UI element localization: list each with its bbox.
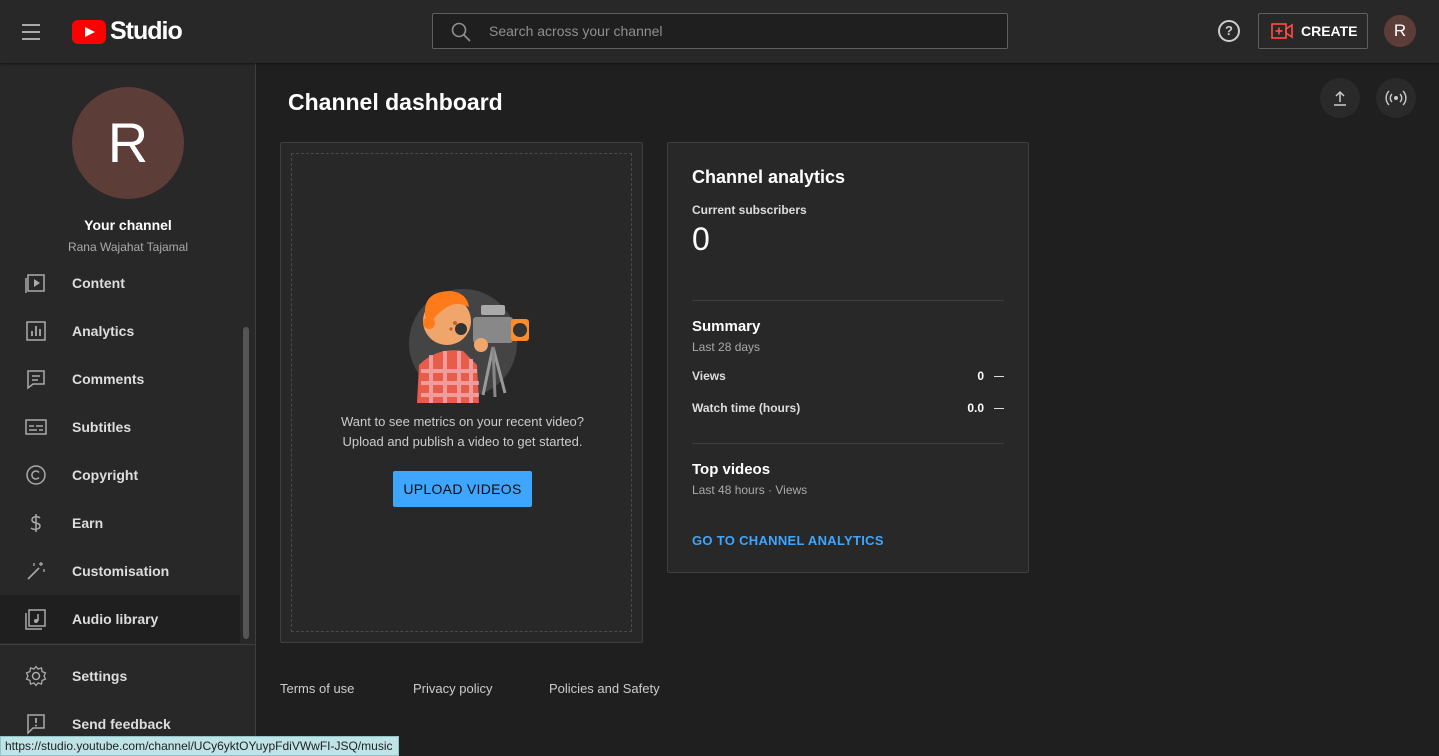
terms-of-use-link[interactable]: Terms of use bbox=[280, 681, 354, 696]
account-avatar[interactable]: R bbox=[1384, 15, 1416, 47]
upload-video-card: Want to see metrics on your recent video… bbox=[280, 142, 643, 643]
status-bar-url: https://studio.youtube.com/channel/UCy6y… bbox=[0, 736, 400, 756]
sidebar-item-earn[interactable]: Earn bbox=[0, 499, 240, 547]
sidebar-item-copyright[interactable]: Copyright bbox=[0, 451, 240, 499]
views-value: 0 bbox=[977, 369, 984, 383]
youtube-play-icon bbox=[72, 19, 106, 44]
search-box[interactable] bbox=[432, 13, 1008, 49]
top-videos-title: Top videos bbox=[692, 461, 771, 478]
copyright-icon bbox=[26, 465, 46, 485]
sidebar-item-settings[interactable]: Settings bbox=[0, 652, 240, 700]
comments-icon bbox=[27, 370, 45, 390]
sidebar-item-customisation[interactable]: Customisation bbox=[0, 547, 240, 595]
content-icon bbox=[25, 274, 45, 293]
live-broadcast-icon bbox=[1385, 90, 1407, 106]
search-icon bbox=[451, 22, 471, 42]
sidebar-item-label: Comments bbox=[72, 371, 145, 387]
customisation-icon bbox=[27, 562, 45, 580]
sidebar-scrollbar[interactable] bbox=[243, 327, 249, 639]
sidebar: R Your channel Rana Wajahat Tajamal Cont… bbox=[0, 63, 256, 756]
upload-videos-button[interactable]: UPLOAD VIDEOS bbox=[393, 471, 532, 507]
hamburger-menu-icon[interactable] bbox=[22, 18, 50, 46]
help-icon[interactable]: ? bbox=[1218, 20, 1240, 42]
analytics-card-title: Channel analytics bbox=[692, 167, 846, 187]
summary-title: Summary bbox=[692, 318, 761, 335]
upload-prompt-line-2: Upload and publish a video to get starte… bbox=[342, 434, 583, 449]
sidebar-item-label: Content bbox=[72, 275, 125, 291]
your-channel-label: Your channel bbox=[84, 217, 172, 233]
sidebar-item-label: Audio library bbox=[72, 611, 159, 627]
subscribers-label: Current subscribers bbox=[692, 203, 807, 217]
sidebar-item-label: Copyright bbox=[72, 467, 139, 483]
watch-time-label: Watch time (hours) bbox=[692, 401, 801, 415]
studio-logo[interactable]: Studio bbox=[72, 17, 183, 46]
sidebar-item-label: Customisation bbox=[72, 563, 170, 579]
card-divider bbox=[692, 443, 1004, 444]
create-button[interactable]: CREATE bbox=[1258, 13, 1368, 49]
privacy-policy-link[interactable]: Privacy policy bbox=[413, 681, 492, 696]
analytics-icon bbox=[26, 321, 46, 341]
logo-text: Studio bbox=[110, 17, 183, 45]
sidebar-item-label: Subtitles bbox=[72, 419, 132, 435]
channel-analytics-card: Channel analytics Current subscribers 0 … bbox=[667, 142, 1029, 573]
go-to-channel-analytics-link[interactable]: GO TO CHANNEL ANALYTICS bbox=[692, 533, 884, 548]
sidebar-item-label: Earn bbox=[72, 515, 104, 531]
sidebar-item-audio-library[interactable]: Audio library bbox=[0, 595, 240, 643]
sidebar-divider bbox=[0, 644, 256, 645]
card-divider bbox=[692, 300, 1004, 301]
upload-icon bbox=[1334, 90, 1346, 106]
summary-period: Last 28 days bbox=[692, 340, 761, 354]
upload-button[interactable] bbox=[1320, 78, 1360, 118]
policies-and-safety-link[interactable]: Policies and Safety bbox=[549, 681, 660, 696]
sidebar-item-content[interactable]: Content bbox=[0, 259, 240, 307]
feedback-icon bbox=[27, 714, 45, 735]
audio-library-icon bbox=[25, 609, 46, 630]
sidebar-item-analytics[interactable]: Analytics bbox=[0, 307, 240, 355]
sidebar-nav: Content Analytics Comments Subtitles Cop… bbox=[0, 259, 240, 643]
channel-name: Rana Wajahat Tajamal bbox=[67, 240, 189, 254]
sidebar-bottom-nav: Settings Send feedback bbox=[0, 652, 240, 748]
sidebar-item-label: Settings bbox=[72, 668, 128, 684]
page-title: Channel dashboard bbox=[288, 89, 503, 115]
gear-icon bbox=[25, 665, 47, 687]
top-bar: Studio ? CREATE R bbox=[0, 0, 1439, 63]
search-input[interactable] bbox=[489, 14, 989, 48]
sidebar-item-comments[interactable]: Comments bbox=[0, 355, 240, 403]
camera-operator-illustration bbox=[409, 289, 529, 403]
upload-prompt-line-1: Want to see metrics on your recent video… bbox=[340, 414, 585, 429]
watch-time-value: 0.0 bbox=[967, 401, 984, 415]
sidebar-item-label: Analytics bbox=[72, 323, 135, 339]
subscribers-count: 0 bbox=[692, 221, 710, 257]
sidebar-item-label: Send feedback bbox=[72, 716, 171, 732]
top-videos-period: Last 48 hours · Views bbox=[692, 483, 808, 497]
go-live-button[interactable] bbox=[1376, 78, 1416, 118]
views-trend-dash bbox=[994, 376, 1004, 377]
create-label: CREATE bbox=[1301, 23, 1358, 39]
create-video-icon bbox=[1271, 23, 1293, 39]
sidebar-item-subtitles[interactable]: Subtitles bbox=[0, 403, 240, 451]
earn-icon bbox=[30, 514, 41, 532]
views-label: Views bbox=[692, 369, 726, 383]
watch-time-trend-dash bbox=[994, 408, 1004, 409]
channel-avatar[interactable]: R bbox=[72, 87, 184, 199]
subtitles-icon bbox=[25, 419, 47, 435]
